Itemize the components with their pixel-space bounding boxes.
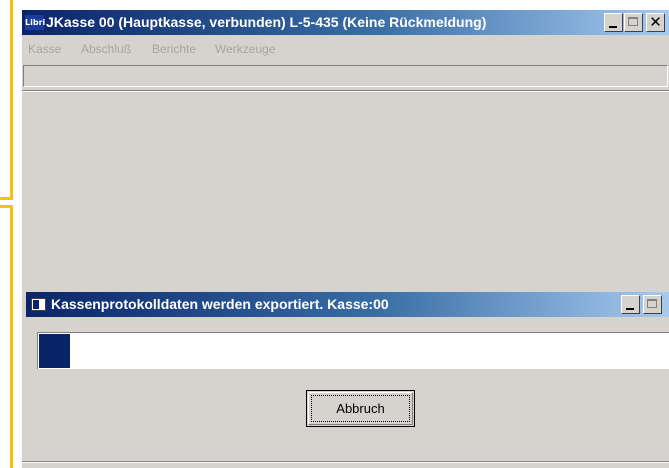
dialog-minimize-button[interactable] xyxy=(621,295,640,314)
annotation-bracket-bottom xyxy=(10,205,13,468)
maximize-icon xyxy=(628,17,638,26)
minimize-icon xyxy=(626,308,634,310)
cancel-button-label: Abbruch xyxy=(336,401,385,416)
export-progress-bar xyxy=(37,332,669,369)
toolbar-strip xyxy=(23,65,668,87)
cancel-button[interactable]: Abbruch xyxy=(306,390,415,427)
minimize-button[interactable] xyxy=(604,13,623,32)
toolbar-divider xyxy=(22,90,669,92)
libri-app-icon[interactable]: Libri xyxy=(25,15,45,30)
screenshot-stage: Libri JKasse 00 (Hauptkasse, verbunden) … xyxy=(0,0,669,468)
annotation-bracket-top xyxy=(10,0,13,200)
maximize-icon xyxy=(647,299,657,308)
menu-bar: Kasse Abschluß Berichte Werkzeuge xyxy=(22,35,669,63)
export-progress-dialog: Kassenprotokolldaten werden exportiert. … xyxy=(26,292,669,440)
menu-item-berichte[interactable]: Berichte xyxy=(152,42,196,56)
dialog-maximize-button[interactable] xyxy=(643,295,662,314)
window-icon-detail xyxy=(33,300,39,309)
annotation-bracket-top-tick xyxy=(0,197,13,200)
maximize-button[interactable] xyxy=(624,13,643,32)
status-bar-divider xyxy=(22,461,669,463)
progress-bar-fill xyxy=(39,334,70,368)
close-icon: ✕ xyxy=(649,13,662,31)
dialog-titlebar[interactable]: Kassenprotokolldaten werden exportiert. … xyxy=(26,292,669,317)
minimize-icon xyxy=(609,26,617,28)
close-button[interactable]: ✕ xyxy=(646,13,665,32)
menu-item-werkzeuge[interactable]: Werkzeuge xyxy=(215,42,275,56)
menu-item-kasse[interactable]: Kasse xyxy=(28,42,61,56)
main-titlebar[interactable]: Libri JKasse 00 (Hauptkasse, verbunden) … xyxy=(22,10,669,35)
menu-item-abschluss[interactable]: Abschluß xyxy=(81,42,131,56)
main-window-title: JKasse 00 (Hauptkasse, verbunden) L-5-43… xyxy=(46,14,487,30)
dialog-title: Kassenprotokolldaten werden exportiert. … xyxy=(51,296,389,312)
window-icon[interactable] xyxy=(31,298,46,311)
